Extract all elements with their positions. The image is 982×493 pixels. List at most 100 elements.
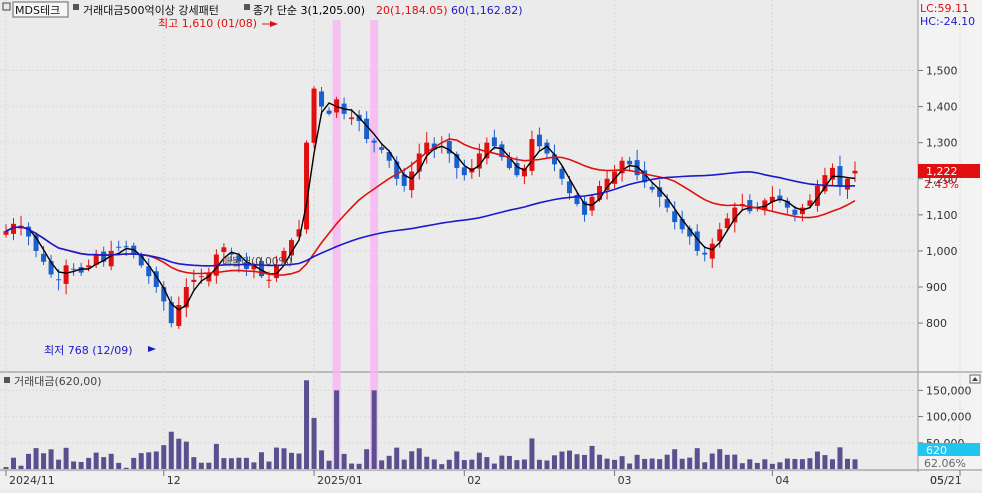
- high-annotation: 최고 1,610 (01/08): [158, 17, 257, 30]
- volume-bar: [334, 390, 340, 469]
- candle: [116, 246, 122, 248]
- volume-marker-icon: [4, 377, 10, 383]
- candle: [649, 186, 655, 190]
- volume-bar: [762, 459, 768, 469]
- volume-bar: [281, 448, 287, 469]
- volume-bar: [627, 463, 633, 469]
- volume-bar: [41, 453, 47, 469]
- ma-marker-icon: [244, 4, 250, 10]
- volume-bar: [191, 457, 197, 469]
- volume-bar: [394, 447, 400, 469]
- volume-bar: [356, 463, 362, 469]
- volume-bar: [431, 459, 437, 469]
- candle: [319, 91, 325, 107]
- volume-bar: [33, 448, 39, 469]
- legend-ma3[interactable]: 종가 단순 3(1,205.00): [253, 4, 365, 17]
- volume-bar: [221, 458, 227, 469]
- legend-ma20[interactable]: 20(1,184.05): [376, 4, 448, 17]
- candle: [371, 140, 377, 143]
- volume-bar: [138, 453, 144, 469]
- volume-bar: [183, 441, 189, 469]
- candle: [311, 88, 317, 143]
- candle: [304, 142, 310, 230]
- volume-bar: [807, 458, 813, 469]
- volume-bar: [769, 463, 775, 469]
- price-tick-label: 1,000: [926, 245, 958, 258]
- price-tick-label: 900: [926, 281, 947, 294]
- volume-bar: [379, 460, 385, 469]
- volume-bar: [258, 452, 264, 469]
- candle: [529, 139, 535, 171]
- volume-bar: [574, 454, 580, 469]
- volume-bar: [56, 459, 62, 469]
- volume-bar: [679, 458, 685, 469]
- candle: [198, 276, 204, 278]
- volume-bar: [78, 461, 84, 469]
- volume-bar: [521, 459, 527, 469]
- candle: [551, 154, 557, 165]
- volume-profile-label: 매물대(0,00%): [222, 256, 293, 268]
- volume-bar: [499, 455, 505, 469]
- volume-bar: [476, 452, 482, 469]
- date-tick-label: 02: [467, 474, 481, 487]
- volume-bar: [597, 454, 603, 469]
- candle: [627, 160, 633, 165]
- price-tick-label: 800: [926, 317, 947, 330]
- volume-bar: [401, 459, 407, 469]
- date-tick-label: 2025/01: [317, 474, 363, 487]
- candle: [844, 178, 850, 190]
- volume-bar: [386, 455, 392, 469]
- candle: [266, 279, 272, 281]
- volume-bar: [657, 459, 663, 469]
- volume-bar: [289, 452, 295, 469]
- volume-bar: [168, 431, 174, 469]
- legend-ma60[interactable]: 60(1,162.82): [451, 4, 523, 17]
- volume-bar: [536, 459, 542, 469]
- volume-bar: [176, 438, 182, 469]
- volume-bar: [71, 461, 77, 469]
- stock-chart: 8009001,0001,1001,2001,3001,4001,500 50,…: [0, 0, 982, 489]
- volume-bar: [687, 457, 693, 469]
- price-tick-label: 1,300: [926, 137, 958, 150]
- candle: [3, 231, 9, 235]
- volume-bar: [777, 462, 783, 469]
- pct-tag-value: 2.43%: [924, 178, 959, 191]
- candle: [792, 209, 798, 215]
- candle: [702, 252, 708, 255]
- volume-bar: [416, 448, 422, 469]
- volume-bar: [18, 465, 24, 469]
- volume-bar: [198, 462, 204, 469]
- volume-bar: [642, 458, 648, 469]
- volume-bar: [228, 458, 234, 469]
- volume-bar: [86, 457, 92, 469]
- price-tick-label: 1,400: [926, 101, 958, 114]
- volume-bar: [582, 454, 588, 469]
- candle: [379, 147, 385, 150]
- candle: [409, 171, 415, 191]
- candle: [221, 247, 227, 252]
- candle: [852, 170, 858, 174]
- volume-bar: [63, 447, 69, 469]
- lc-value: LC:59.11: [920, 2, 969, 15]
- candle: [123, 246, 129, 248]
- candle: [799, 207, 805, 215]
- volume-bar: [484, 457, 490, 469]
- volume-bar: [123, 467, 129, 469]
- volume-bar: [243, 457, 249, 469]
- candle: [349, 117, 355, 120]
- date-tick-label: 12: [167, 474, 181, 487]
- candle: [71, 268, 77, 270]
- volume-bar: [814, 451, 820, 469]
- volume-bar: [131, 457, 137, 469]
- pattern-marker-icon: [73, 4, 79, 10]
- volume-bar: [747, 459, 753, 469]
- volume-bar: [161, 445, 167, 469]
- volume-bar: [506, 455, 512, 469]
- hc-value: HC:-24.10: [920, 15, 975, 28]
- date-axis: [0, 472, 982, 489]
- volume-bar: [589, 445, 595, 469]
- volume-bar: [664, 454, 670, 469]
- volume-bar: [206, 462, 212, 469]
- volume-bar: [101, 457, 107, 469]
- candle: [461, 167, 467, 176]
